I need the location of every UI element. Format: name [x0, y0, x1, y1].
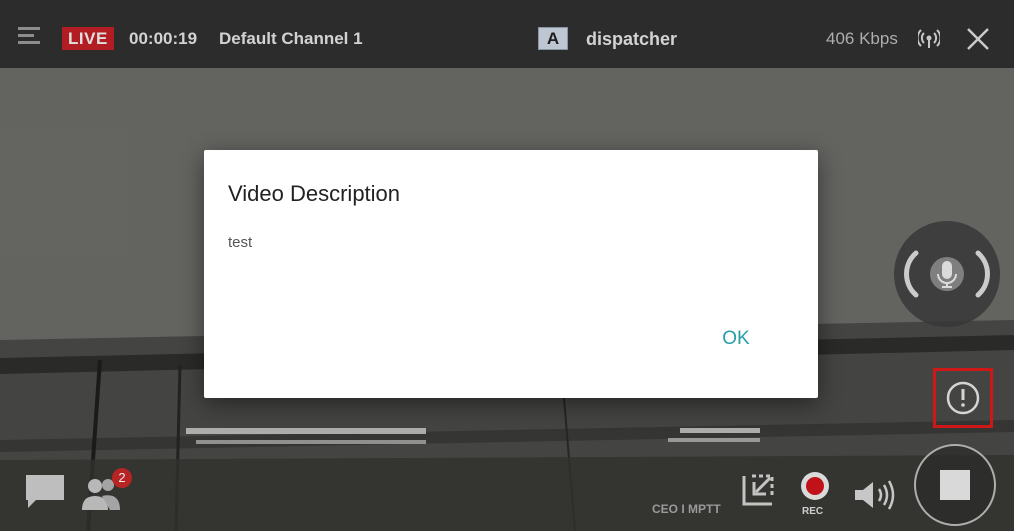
- dialog-title: Video Description: [228, 181, 401, 206]
- dialog-description-text: test: [228, 234, 253, 251]
- video-description-dialog: Video Description test OK: [204, 150, 818, 398]
- ok-button[interactable]: OK: [712, 322, 760, 356]
